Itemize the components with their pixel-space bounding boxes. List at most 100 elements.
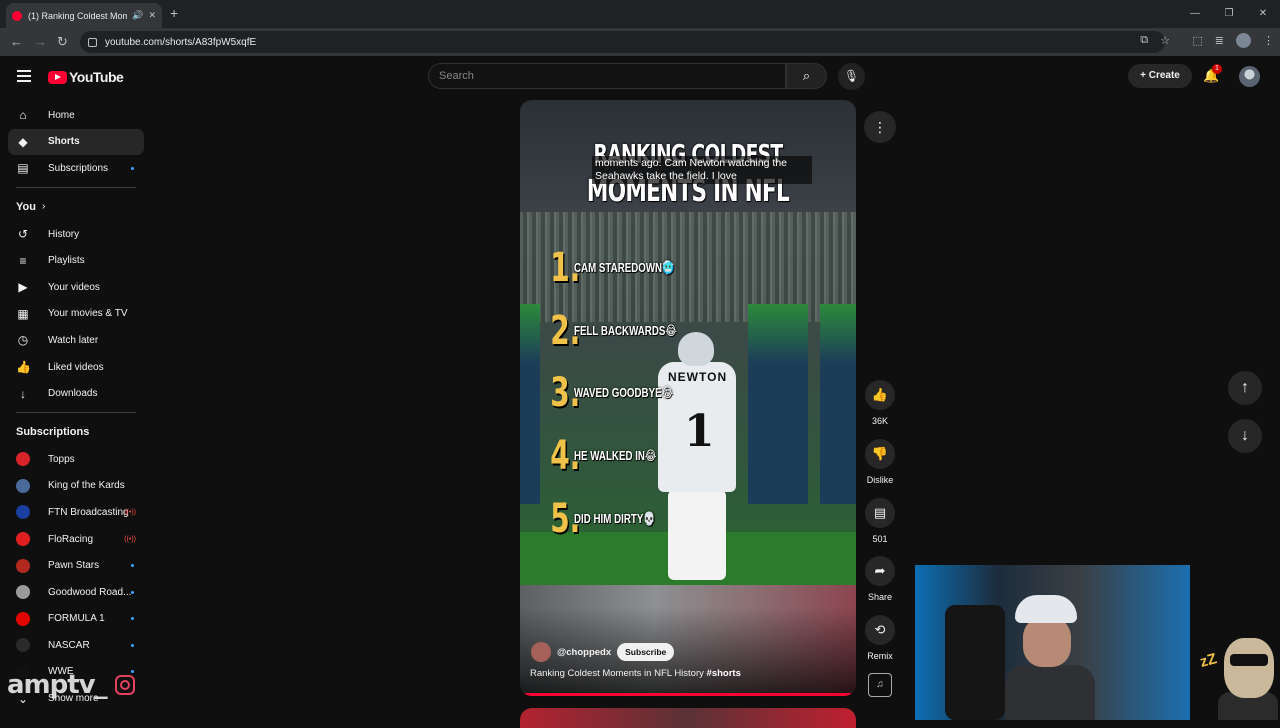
streamer-cap [1015,595,1077,623]
close-window-icon[interactable]: ✕ [1246,0,1280,28]
subscription-channel[interactable]: King of the Kards [8,473,144,500]
close-tab-icon[interactable]: ✕ [148,10,156,21]
your-videos-icon: ▶ [18,280,28,295]
restore-icon[interactable]: ❐ [1212,0,1246,28]
share-button[interactable]: ➦ Share [860,556,900,602]
share-icon: ➦ [865,556,895,586]
gaming-chair [945,605,1005,720]
back-icon[interactable]: ← [10,34,23,49]
create-button[interactable]: + Create [1128,64,1192,88]
minimize-icon[interactable]: — [1178,0,1212,28]
like-button[interactable]: 👍 36K [860,380,900,426]
subscriptions-icon: ▤ [17,161,29,176]
channel-avatar[interactable] [531,642,551,662]
reload-icon[interactable]: ↻ [57,34,68,50]
subscription-channel[interactable]: Topps [8,446,144,473]
stream-watermark: amptv_ [7,670,135,700]
sidebar-divider [16,411,136,413]
forward-icon[interactable]: → [34,34,47,49]
bookmark-star-icon[interactable]: ☆ [1160,34,1170,47]
sidebar-item-history[interactable]: ↺ History [8,221,144,248]
browser-tab[interactable]: (1) Ranking Coldest Mome 🔊 ✕ [6,3,162,28]
search-button[interactable]: ⌕ [786,63,827,89]
subscription-channel[interactable]: Pawn Stars [8,552,144,579]
omnibox-actions: ⧉ ☆ [1140,34,1170,47]
speaker-icon[interactable]: 🔊 [132,10,143,21]
channel-avatar [16,532,30,547]
extensions-icon[interactable]: ⬚ [1192,34,1202,47]
subscription-channel[interactable]: NASCAR [8,632,144,659]
arrow-down-icon: ↓ [1241,427,1249,444]
subscription-channel[interactable]: Goodwood Road... [8,579,144,606]
ranking-number: 3. [550,370,581,416]
channel-row: @choppedx Subscribe [531,642,675,662]
sidebar-item-your-movies-tv[interactable]: ▦ Your movies & TV [8,301,144,328]
logo-text: YouTube [69,69,124,85]
notifications-button[interactable]: 🔔 1 [1203,64,1222,84]
sidebar-item-liked-videos[interactable]: 👍 Liked videos [8,354,144,381]
shorts-player[interactable]: RANKING COLDEST MOMENTS IN NFL HISTORY m… [520,100,856,696]
new-content-dot [131,564,134,568]
ranking-label: CAM STAREDOWN🥶 [574,260,675,275]
subscription-channel[interactable]: FORMULA 1 [8,606,144,633]
chevron-right-icon: › [41,201,46,213]
new-content-dot [131,617,134,621]
next-short-button[interactable]: ↓ [1228,419,1262,453]
sidebar-item-label: Your videos [48,281,100,293]
ranking-number: 4. [550,433,581,479]
sidebar-item-playlists[interactable]: ≡ Playlists [8,247,144,274]
address-bar[interactable]: youtube.com/shorts/A83fpW5xqfE [80,31,1165,53]
video-description[interactable]: Ranking Coldest Moments in NFL History #… [530,668,741,679]
webcam-overlay [915,565,1190,720]
channel-avatar [16,505,30,520]
dislike-button[interactable]: 👎 Dislike [860,439,900,485]
video-progress-bar[interactable] [520,693,856,696]
stadium-banner [820,304,856,504]
channel-name: King of the Kards [48,480,125,492]
liked-videos-icon: 👍 [16,360,31,375]
share-label: Share [867,592,893,602]
channel-handle[interactable]: @choppedx [557,647,611,658]
sidebar-item-downloads[interactable]: ↓ Downloads [8,380,144,407]
closed-caption: moments ago. Cam Newton watching the Sea… [592,156,812,184]
streamer [1005,595,1095,720]
new-tab-button[interactable]: + [170,5,178,21]
cast-icon[interactable]: ⧉ [1140,34,1148,47]
ranking-number: 1. [550,245,581,291]
audio-track-thumbnail[interactable]: ♫ [868,673,892,697]
youtube-play-icon [48,70,67,84]
account-avatar[interactable] [1239,66,1260,87]
youtube-logo[interactable]: YouTube [48,69,124,85]
search-input[interactable]: Search [428,63,786,89]
next-short-preview[interactable] [520,708,856,728]
subscription-channel[interactable]: FloRacing ((•)) [8,526,144,553]
channel-avatar [16,478,30,493]
remix-button[interactable]: ⟲ Remix [860,615,900,661]
sidebar-you-header[interactable]: You › [8,193,144,221]
sidebar-item-shorts[interactable]: ◆ Shorts [8,128,144,156]
remix-icon: ⟲ [865,615,895,645]
previous-short-button[interactable]: ↑ [1228,371,1262,405]
hamburger-menu-icon[interactable] [17,70,31,85]
browser-menu-icon[interactable]: ⋮ [1263,34,1274,47]
comments-button[interactable]: ▤ 501 [860,498,900,544]
sidebar-item-home[interactable]: ⌂ Home [8,102,144,129]
channel-avatar [16,558,30,573]
sidebar-item-your-videos[interactable]: ▶ Your videos [8,274,144,301]
more-options-button[interactable]: ⋮ [864,111,896,143]
reading-list-icon[interactable]: ≣ [1215,34,1224,47]
channel-avatar [16,638,30,653]
hashtag-link[interactable]: #shorts [707,668,741,679]
arrow-up-icon: ↑ [1241,379,1249,396]
subscription-channel[interactable]: FTN Broadcasting ((•)) [8,499,144,526]
like-count: 36K [871,416,888,426]
youtube-header: YouTube Search ⌕ 🎙 + Create 🔔 1 [0,56,1280,98]
voice-search-button[interactable]: 🎙 [838,63,865,90]
sidebar-item-watch-later[interactable]: ◷ Watch later [8,327,144,354]
sidebar-item-subscriptions[interactable]: ▤ Subscriptions [8,155,144,182]
subscribe-button[interactable]: Subscribe [617,643,675,661]
sidebar-item-label: Shorts [48,136,80,148]
profile-icon[interactable] [1236,33,1251,48]
site-info-icon[interactable] [88,37,97,47]
ranking-item: 5. DID HIM DIRTY💀 [546,496,683,542]
